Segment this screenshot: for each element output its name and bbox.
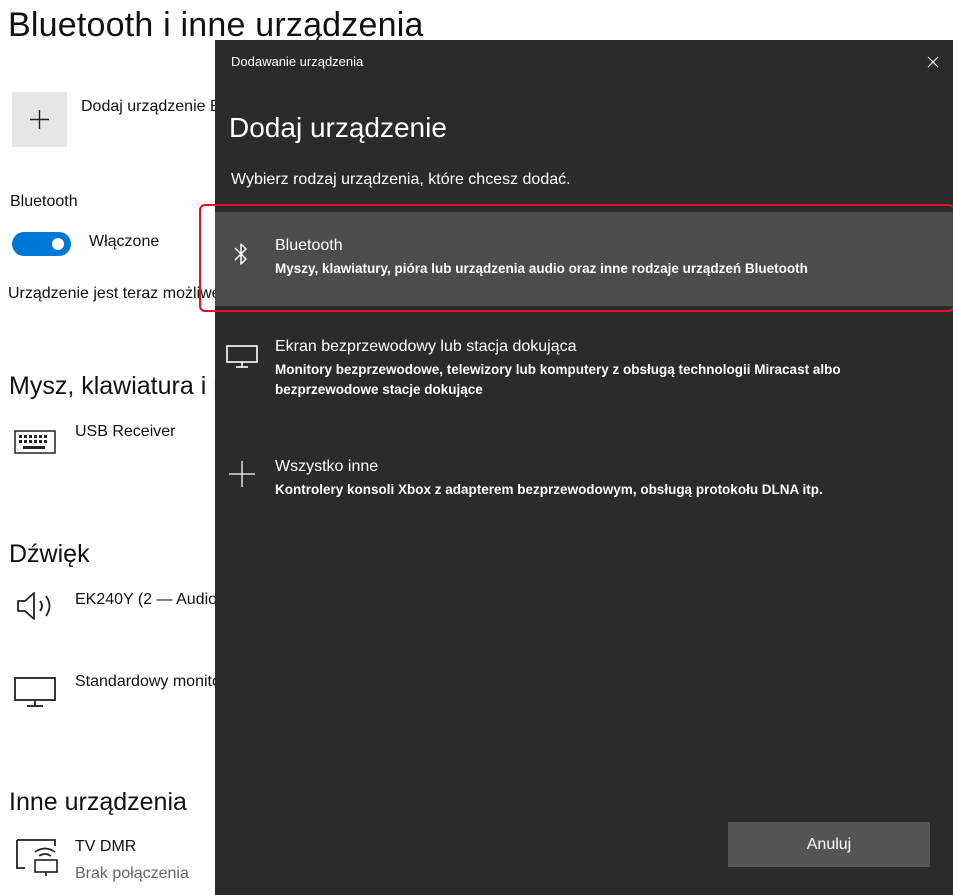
dialog-prompt: Wybierz rodzaj urządzenia, które chcesz …: [231, 171, 571, 188]
close-icon: [927, 56, 939, 68]
bluetooth-heading: Bluetooth: [10, 193, 78, 210]
add-device-dialog: Dodawanie urządzenia Dodaj urządzenie Wy…: [215, 40, 953, 895]
device-tv-dmr-status: Brak połączenia: [75, 865, 189, 882]
monitor-icon: [14, 677, 56, 707]
plus-icon: [30, 110, 49, 129]
bluetooth-toggle-label: Włączone: [89, 233, 160, 250]
section-title-other: Inne urządzenia: [9, 788, 187, 816]
keyboard-icon: [14, 430, 56, 454]
dialog-titlebar: Dodawanie urządzenia: [215, 40, 953, 80]
option-wireless-display-title: Ekran bezprzewodowy lub stacja dokująca: [275, 338, 577, 355]
monitor-icon: [226, 345, 258, 368]
option-wireless-display[interactable]: Ekran bezprzewodowy lub stacja dokująca …: [215, 330, 953, 420]
close-button[interactable]: [913, 46, 953, 78]
speaker-icon: [17, 592, 51, 620]
toggle-knob: [52, 238, 64, 250]
add-device-button[interactable]: [12, 92, 67, 147]
option-wireless-display-desc: Monitory bezprzewodowe, telewizory lub k…: [275, 362, 841, 397]
section-title-audio: Dźwięk: [9, 540, 90, 568]
dialog-window-title: Dodawanie urządzenia: [231, 54, 364, 69]
media-device-icon: [16, 839, 58, 876]
device-tv-dmr[interactable]: TV DMR: [75, 838, 136, 856]
device-usb-receiver[interactable]: USB Receiver: [75, 423, 175, 441]
option-everything-else[interactable]: Wszystko inne Kontrolery konsoli Xbox z …: [215, 448, 953, 518]
dialog-heading: Dodaj urządzenie: [229, 112, 447, 143]
option-everything-else-desc: Kontrolery konsoli Xbox z adapterem bezp…: [275, 482, 823, 497]
plus-icon: [229, 461, 255, 487]
cancel-button[interactable]: Anuluj: [728, 822, 930, 867]
bluetooth-toggle[interactable]: [12, 232, 71, 256]
selection-highlight: [199, 204, 953, 312]
option-everything-else-title: Wszystko inne: [275, 458, 379, 475]
